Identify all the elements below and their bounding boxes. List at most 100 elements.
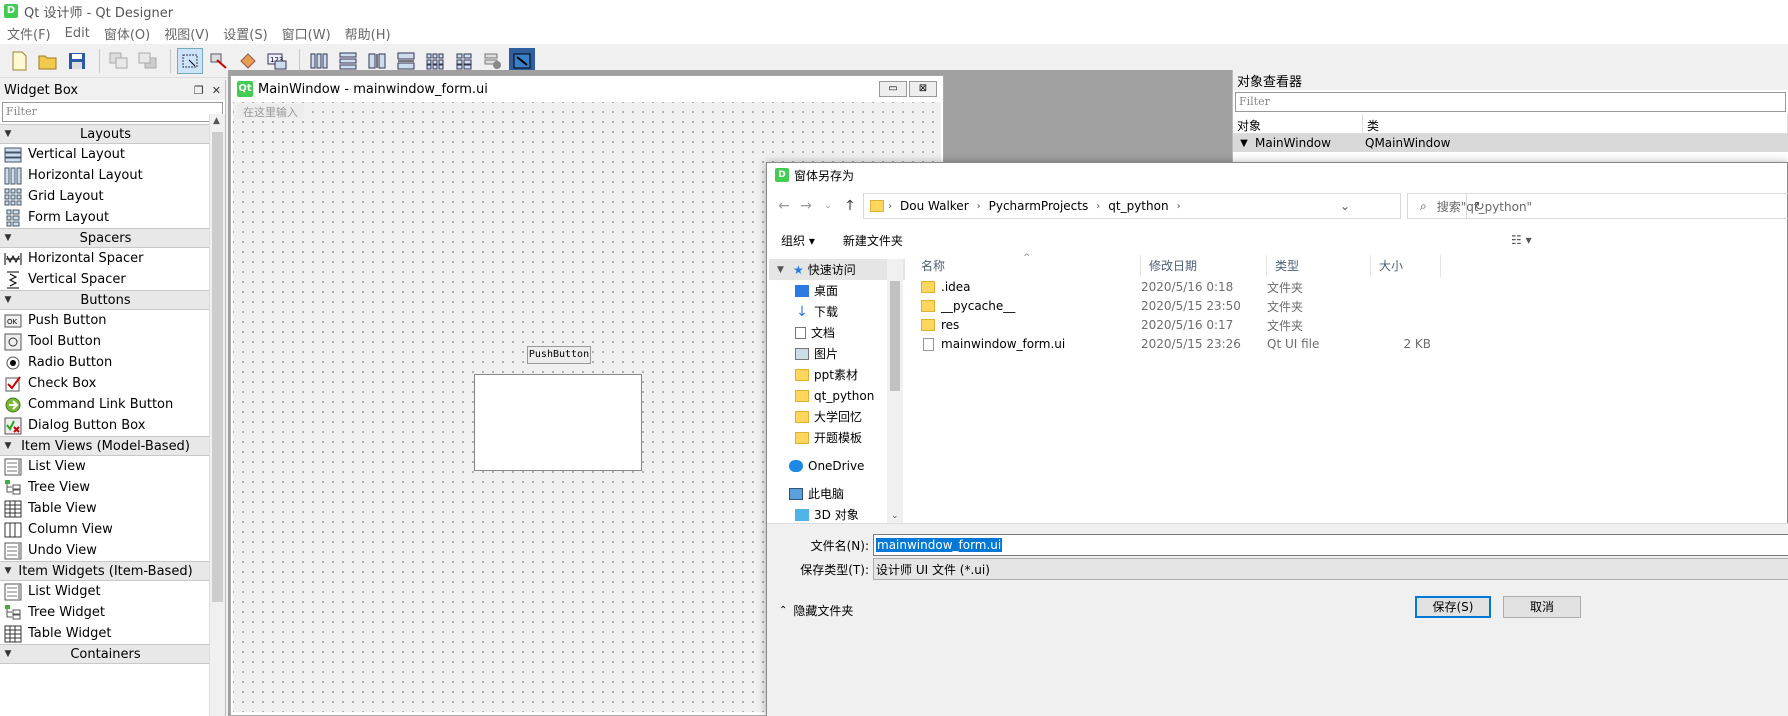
widget-item[interactable]: Table View	[0, 498, 225, 519]
recent-dropdown-icon[interactable]: ⌄	[817, 201, 839, 211]
cancel-button[interactable]: 取消	[1503, 596, 1581, 618]
organize-button[interactable]: 组织 ▾	[767, 232, 829, 249]
column-class[interactable]: 类	[1363, 114, 1788, 133]
address-bar[interactable]: › Dou Walker › PycharmProjects › qt_pyth…	[863, 193, 1485, 219]
close-icon[interactable]: ⊠	[909, 81, 937, 97]
widget-item[interactable]: Vertical Layout	[0, 144, 225, 165]
nav-item-folder[interactable]: ppt素材	[769, 364, 905, 385]
menu-window[interactable]: 窗口(W)	[275, 24, 338, 43]
dialog-title: 窗体另存为	[794, 168, 855, 183]
widget-item[interactable]: Tool Button	[0, 331, 225, 352]
category-item-views[interactable]: ▼ Item Views (Model-Based)	[0, 436, 225, 456]
navigation-scrollbar[interactable]: ⌄	[887, 259, 903, 523]
bring-front-icon[interactable]	[135, 48, 161, 74]
command-bar: 组织 ▾ 新建文件夹 ☷ ▾	[767, 225, 1788, 255]
scrollbar-thumb[interactable]	[890, 281, 900, 391]
nav-item-folder[interactable]: 大学回忆	[769, 406, 905, 427]
category-buttons[interactable]: ▼ Buttons	[0, 290, 225, 310]
nav-item-pictures[interactable]: 图片📌︎	[769, 343, 905, 364]
up-arrow-icon[interactable]: ↑	[839, 198, 861, 214]
open-folder-icon[interactable]	[35, 48, 61, 74]
save-button[interactable]: 保存(S)	[1415, 596, 1491, 618]
menu-file[interactable]: 文件(F)	[0, 24, 58, 43]
widget-filter-input[interactable]: Filter	[2, 102, 223, 122]
hide-folders-toggle[interactable]: ⌃ 隐藏文件夹	[779, 602, 853, 619]
search-input[interactable]: ⌕ 搜索"qt_python"	[1407, 193, 1788, 219]
widget-item[interactable]: Radio Button	[0, 352, 225, 373]
edit-widgets-icon[interactable]	[177, 47, 203, 74]
table-row[interactable]: ▼ MainWindow QMainWindow	[1233, 134, 1788, 152]
widget-item[interactable]: Command Link Button	[0, 394, 225, 415]
menu-type-here[interactable]: 在这里输入	[237, 104, 304, 119]
chevron-down-icon[interactable]: ⌄	[1340, 199, 1350, 213]
menu-settings[interactable]: 设置(S)	[216, 24, 274, 43]
send-back-icon[interactable]	[106, 48, 132, 74]
menu-form[interactable]: 窗体(O)	[97, 24, 157, 43]
category-spacers[interactable]: ▼ Spacers	[0, 228, 225, 248]
forward-arrow-icon[interactable]: →	[795, 198, 817, 214]
file-row[interactable]: res 2020/5/16 0:17 文件夹	[913, 316, 1788, 334]
file-row[interactable]: __pycache__ 2020/5/15 23:50 文件夹	[913, 297, 1788, 315]
new-folder-button[interactable]: 新建文件夹	[829, 232, 917, 249]
menu-view[interactable]: 视图(V)	[157, 24, 216, 43]
save-icon[interactable]	[64, 48, 90, 74]
nav-item-folder[interactable]: 开题模板	[769, 427, 905, 448]
minimize-icon[interactable]: ▭	[879, 81, 907, 97]
nav-item-this-pc[interactable]: 此电脑	[769, 483, 905, 504]
file-row[interactable]: mainwindow_form.ui 2020/5/15 23:26 Qt UI f…	[913, 335, 1788, 353]
column-name[interactable]: 名称 ^	[913, 253, 1141, 277]
object-filter-input[interactable]: Filter	[1235, 92, 1786, 112]
view-options-icon[interactable]: ☷ ▾	[1511, 233, 1532, 247]
column-date[interactable]: 修改日期	[1141, 255, 1267, 277]
back-arrow-icon[interactable]: ←	[773, 198, 795, 214]
category-containers[interactable]: ▼ Containers	[0, 644, 225, 664]
widget-item[interactable]: Dialog Button Box	[0, 415, 225, 436]
file-row[interactable]: .idea 2020/5/16 0:18 文件夹	[913, 278, 1788, 296]
nav-item-onedrive[interactable]: OneDrive	[769, 455, 905, 476]
chevron-down-icon[interactable]: ▼	[1233, 138, 1255, 149]
widget-item[interactable]: Tree Widget	[0, 602, 225, 623]
widget-item[interactable]: Grid Layout	[0, 186, 225, 207]
breadcrumb-item[interactable]: PycharmProjects	[981, 199, 1097, 213]
nav-item-desktop[interactable]: 桌面📌︎	[769, 280, 905, 301]
widget-item[interactable]: Form Layout	[0, 207, 225, 228]
nav-item-downloads[interactable]: ↓下载📌︎	[769, 301, 905, 322]
column-size[interactable]: 大小	[1371, 255, 1441, 277]
widget-item[interactable]: Check Box	[0, 373, 225, 394]
close-icon[interactable]: ✕	[212, 84, 221, 97]
float-icon[interactable]: ❐	[194, 84, 204, 97]
widget-item[interactable]: Horizontal Layout	[0, 165, 225, 186]
nav-item-documents[interactable]: 文档📌︎	[769, 322, 905, 343]
widget-placeholder[interactable]	[474, 374, 642, 471]
breadcrumb-item[interactable]: qt_python	[1100, 199, 1176, 213]
widget-item[interactable]: List Widget	[0, 581, 225, 602]
widget-item[interactable]: Horizontal Spacer	[0, 248, 225, 269]
new-file-icon[interactable]	[6, 48, 32, 74]
widget-box-scrollbar[interactable]: ▲	[209, 114, 225, 716]
chevron-down-icon: ▼	[4, 129, 12, 139]
menu-help[interactable]: 帮助(H)	[338, 24, 398, 43]
breadcrumb-item[interactable]: Dou Walker	[892, 199, 977, 213]
category-layouts[interactable]: ▼ Layouts	[0, 124, 225, 144]
column-type[interactable]: 类型	[1267, 255, 1371, 277]
widget-item[interactable]: List View	[0, 456, 225, 477]
widget-item[interactable]: Column View	[0, 519, 225, 540]
filename-input[interactable]: mainwindow_form.ui	[873, 534, 1788, 556]
widget-item[interactable]: Tree View	[0, 477, 225, 498]
nav-item-3d-objects[interactable]: 3D 对象	[769, 504, 905, 523]
nav-item-quick-access[interactable]: ▼ ★ 快速访问	[769, 259, 905, 280]
menu-edit[interactable]: Edit	[58, 26, 97, 41]
widget-item[interactable]: Undo View	[0, 540, 225, 561]
savetype-select[interactable]: 设计师 UI 文件 (*.ui)	[873, 558, 1788, 580]
desktop-icon	[795, 284, 809, 297]
scroll-up-icon[interactable]: ▲	[213, 116, 220, 126]
widget-item[interactable]: OK Push Button	[0, 310, 225, 331]
widget-item[interactable]: Vertical Spacer	[0, 269, 225, 290]
push-button[interactable]: PushButton	[527, 346, 591, 364]
nav-item-folder[interactable]: qt_python	[769, 385, 905, 406]
column-object[interactable]: 对象	[1233, 114, 1363, 133]
widget-item[interactable]: Table Widget	[0, 623, 225, 644]
scrollbar-thumb[interactable]	[212, 132, 223, 602]
category-item-widgets[interactable]: ▼ Item Widgets (Item-Based)	[0, 561, 225, 581]
scroll-down-icon[interactable]: ⌄	[891, 511, 899, 521]
